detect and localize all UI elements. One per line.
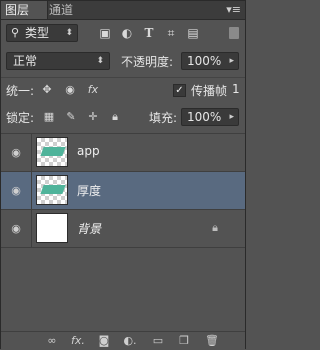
unify-label: 统一: [6,84,35,98]
visibility-column: ◉ [1,134,32,171]
opacity-label: 不透明度: [121,55,174,69]
chevron-updown-icon: ⬍ [96,56,104,66]
layer-thumbnail [36,213,68,243]
opacity-field[interactable]: 100% ▸ [181,52,239,70]
filter-kind-dropdown[interactable]: ⚲ 类型 ⬍ [6,24,78,42]
layer-row-app[interactable]: ◉ app [1,133,245,171]
chevron-down-icon: ▸ [229,56,234,66]
lock-row: 锁定: ▦ ✎ ✛ 🔒︎ 填充: 100% ▸ [1,105,245,131]
tab-layers[interactable]: 图层 [1,1,48,19]
frame-number: 1 [232,82,240,96]
new-group-icon[interactable]: ▭ [151,335,165,347]
opacity-value: 100% [187,54,222,68]
fx-icon[interactable]: fx. [71,335,85,347]
filter-toggle[interactable] [229,27,239,39]
lock-position-icon[interactable]: ✛ [85,110,101,124]
layers-bottom-toolbar: ∞ fx. ◙ ◐. ▭ ❐ 🗑︎ [1,331,245,350]
lock-label: 锁定: [6,111,35,125]
layer-name: 背景 [77,222,102,236]
blend-mode-dropdown[interactable]: 正常 ⬍ [6,52,110,70]
unify-row: 统一: ✥ ◉ fx ✓ 传播帧 1 [1,77,245,104]
adjustment-layer-icon[interactable]: ◐. [123,335,137,347]
search-icon: ⚲ [11,26,20,39]
adjustment-filter-icon[interactable]: ◐ [119,26,135,40]
shape-filter-icon[interactable]: ⌗ [163,26,179,40]
chevron-updown-icon: ⬍ [65,28,73,38]
layer-name: app [77,144,100,158]
layer-name: 厚度 [77,184,102,198]
smart-object-filter-icon[interactable]: ▤ [185,26,201,40]
type-filter-icon[interactable]: T [141,26,157,40]
delete-layer-icon[interactable]: 🗑︎ [205,335,219,347]
blend-row: 正常 ⬍ 不透明度: 100% ▸ [1,49,245,75]
lock-icon: 🔒︎ [212,221,218,234]
fill-field[interactable]: 100% ▸ [181,108,239,126]
tab-channels[interactable]: 通道 [45,1,93,19]
unify-visibility-icon[interactable]: ◉ [62,83,78,97]
layer-thumbnail [36,175,68,205]
tab-bar: 图层 通道 ▾≡ [1,1,245,20]
visibility-column: ◉ [1,210,32,247]
panel-menu-icon[interactable]: ▾≡ [226,1,241,19]
unify-position-icon[interactable]: ✥ [39,83,55,97]
filter-kind-label: 类型 [25,26,50,40]
propagate-frame-checkbox[interactable]: ✓ [173,84,186,97]
blend-mode-value: 正常 [13,54,38,68]
layers-panel: 图层 通道 ▾≡ ⚲ 类型 ⬍ ▣ ◐ T ⌗ ▤ 正常 ⬍ 不透明度: 100… [0,0,246,350]
eye-icon[interactable]: ◉ [9,146,23,160]
link-layers-icon[interactable]: ∞ [45,335,59,347]
layer-thumbnail [36,137,68,167]
lock-image-pixels-icon[interactable]: ✎ [63,110,79,124]
visibility-column: ◉ [1,172,32,209]
layer-row-thickness[interactable]: ◉ 厚度 [1,171,245,209]
fill-value: 100% [187,110,222,124]
image-filter-icon[interactable]: ▣ [97,26,113,40]
new-layer-icon[interactable]: ❐ [177,335,191,347]
lock-all-icon[interactable]: 🔒︎ [107,110,123,124]
propagate-frame-label: 传播帧 [191,84,228,98]
lock-transparent-pixels-icon[interactable]: ▦ [41,110,57,124]
fill-label: 填充: [149,111,178,125]
unify-style-icon[interactable]: fx [85,83,101,97]
layer-list: ◉ app ◉ 厚度 ◉ 背景 🔒︎ [1,133,245,333]
eye-icon[interactable]: ◉ [9,222,23,236]
add-mask-icon[interactable]: ◙ [97,335,111,347]
chevron-down-icon: ▸ [229,112,234,122]
eye-icon[interactable]: ◉ [9,184,23,198]
layer-row-background[interactable]: ◉ 背景 🔒︎ [1,209,245,248]
filter-row: ⚲ 类型 ⬍ ▣ ◐ T ⌗ ▤ [1,21,245,47]
